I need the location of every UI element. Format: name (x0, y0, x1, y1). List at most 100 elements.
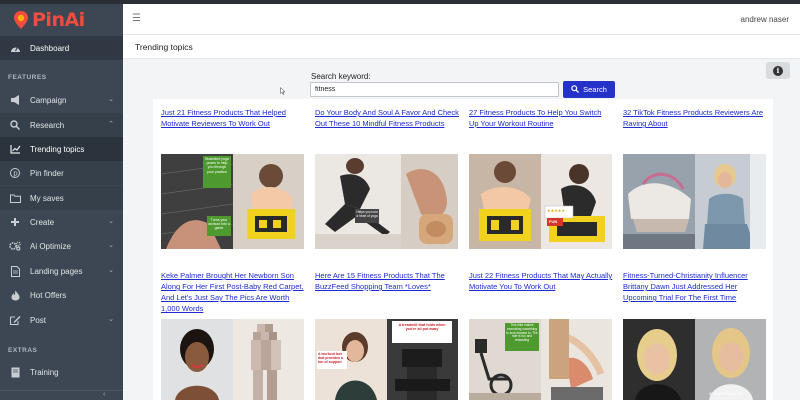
thumbnail-image: Helps you hold a heart of yoga (315, 154, 401, 249)
thumbnail-image (623, 154, 695, 249)
article-thumbnail[interactable]: Helps you hold a heart of yoga (315, 154, 458, 249)
svg-text:p: p (13, 170, 18, 178)
folder-icon (9, 192, 21, 204)
sidebar-item-landing-pages[interactable]: Landing pages ⌄ (0, 259, 123, 283)
megaphone-icon (9, 94, 21, 106)
chevron-down-icon: ⌄ (108, 96, 114, 103)
thumbnail-image (469, 154, 541, 249)
page-header: Trending topics (123, 35, 800, 59)
map-pin-icon (14, 11, 28, 29)
sidebar-item-research[interactable]: Research ⌃ (0, 113, 123, 137)
thumbnail-caption: A treadmill that folds when you're all p… (398, 323, 446, 332)
flame-icon (9, 289, 21, 301)
thumbnail-image (233, 154, 304, 249)
article-title-link[interactable]: 32 TikTok Fitness Products Reviewers Are… (623, 107, 767, 129)
thumbnail-image (541, 319, 612, 400)
sidebar-item-trending-topics[interactable]: Trending topics (0, 137, 123, 161)
article-thumbnail[interactable]: A workout box that provides a ton of sup… (315, 319, 458, 400)
info-icon: i (773, 65, 783, 76)
thumbnail-image (161, 319, 233, 400)
pinterest-icon: p (9, 167, 21, 179)
sidebar-item-label: Campaign (30, 95, 67, 105)
thumbnail-image: This bike makes exercising something to … (469, 319, 541, 400)
thumbnail-caption: This bike makes exercising something to … (506, 323, 538, 343)
sidebar-item-campaign[interactable]: Campaign ⌄ (0, 88, 123, 112)
thumbnail-image (401, 154, 458, 249)
article-card: 32 TikTok Fitness Products Reviewers Are… (623, 107, 767, 129)
sidebar-item-pin-finder[interactable]: p Pin finder (0, 161, 123, 185)
article-card: Just 21 Fitness Products That Helped Mot… (161, 107, 305, 129)
sidebar-item-ai-optimize[interactable]: Ai Optimize ⌄ (0, 234, 123, 258)
thumbnail-image: and yes this is me (695, 319, 766, 400)
sidebar-footer: ‹ (0, 390, 123, 400)
chevron-down-icon: ⌄ (108, 242, 114, 249)
search-icon (571, 84, 580, 95)
article-title-link[interactable]: Keke Palmer Brought Her Newborn Son Alon… (161, 270, 305, 314)
hamburger-menu-icon[interactable]: ☰ (132, 13, 141, 24)
sidebar-item-label: Landing pages (30, 266, 83, 276)
article-thumbnail[interactable]: and yes this is me (623, 319, 766, 400)
article-thumbnail[interactable]: Illustrated yoga poses to help you throu… (161, 154, 304, 249)
article-title-link[interactable]: Just 21 Fitness Products That Helped Mot… (161, 107, 305, 129)
article-thumbnail[interactable]: This bike makes exercising something to … (469, 319, 612, 400)
article-title-link[interactable]: Fitness-Turned-Christianity Influencer B… (623, 270, 767, 303)
trend-chart-icon (9, 143, 21, 155)
chevron-down-icon: ⌄ (108, 267, 114, 274)
sidebar: PinAi Dashboard FEATURES Campaign ⌄ Rese… (0, 4, 123, 400)
search-button[interactable]: Search (563, 81, 615, 98)
gears-icon (9, 240, 21, 252)
article-title-link[interactable]: Just 22 Fitness Products That May Actual… (469, 270, 613, 292)
page-title: Trending topics (135, 42, 193, 52)
sidebar-item-my-saves[interactable]: My saves (0, 186, 123, 210)
thumbnail-image: A treadmill that folds when you're all p… (387, 319, 458, 400)
sidebar-item-label: Hot Offers (30, 290, 67, 300)
search-button-label: Search (583, 85, 607, 94)
user-menu[interactable]: andrew naser (741, 15, 789, 24)
sidebar-item-label: Pin finder (30, 168, 64, 178)
sidebar-item-label: Dashboard (30, 43, 70, 53)
plus-icon (9, 216, 21, 228)
logo[interactable]: PinAi (0, 4, 123, 36)
info-button[interactable]: i (766, 62, 790, 79)
sidebar-item-label: Trending topics (30, 144, 85, 154)
section-label-features: FEATURES (8, 74, 47, 81)
sidebar-item-label: Post (30, 315, 47, 325)
article-card: Just 22 Fitness Products That May Actual… (469, 270, 613, 292)
sidebar-item-create[interactable]: Create ⌄ (0, 210, 123, 234)
sidebar-item-post[interactable]: Post ⌄ (0, 308, 123, 332)
thumbnail-image (623, 319, 695, 400)
chevron-down-icon: ⌄ (108, 316, 114, 323)
logo-text: PinAi (32, 9, 85, 31)
article-card: Keke Palmer Brought Her Newborn Son Alon… (161, 270, 305, 314)
sidebar-item-label: Training (30, 367, 59, 377)
top-header: ☰ andrew naser (123, 4, 800, 35)
chevron-down-icon: ⌄ (108, 218, 114, 225)
dashboard-gauge-icon (9, 42, 21, 54)
thumbnail-caption: Turns your workout into a game (208, 218, 230, 231)
article-title-link[interactable]: 27 Fitness Products To Help You Switch U… (469, 107, 613, 129)
chevron-up-icon: ⌃ (108, 121, 114, 128)
thumbnail-image: A workout box that provides a ton of sup… (315, 319, 387, 400)
section-label-extras: EXTRAS (8, 347, 38, 354)
thumbnail-image (695, 154, 766, 249)
sidebar-item-dashboard[interactable]: Dashboard (0, 36, 123, 60)
article-thumbnail[interactable]: ★★★★★ FUN (469, 154, 612, 249)
article-title-link[interactable]: Do Your Body And Soul A Favor And Check … (315, 107, 459, 129)
thumbnail-caption: Illustrated yoga poses to help you throu… (205, 157, 229, 174)
article-thumbnail[interactable] (623, 154, 766, 249)
search-input[interactable] (310, 82, 559, 97)
mouse-cursor-icon (280, 87, 286, 95)
sidebar-item-label: My saves (30, 193, 64, 203)
sidebar-item-training[interactable]: Training (0, 360, 123, 384)
collapse-icon[interactable]: ‹ (103, 391, 105, 398)
thumbnail-caption: FUN (549, 219, 558, 224)
book-icon (9, 366, 21, 378)
article-card: Do Your Body And Soul A Favor And Check … (315, 107, 459, 129)
sidebar-item-label: Ai Optimize (30, 241, 71, 251)
search-keyword-label: Search keyword: (311, 72, 371, 81)
sidebar-item-hot-offers[interactable]: Hot Offers (0, 283, 123, 307)
article-title-link[interactable]: Here Are 15 Fitness Products That The Bu… (315, 270, 459, 292)
article-thumbnail[interactable] (161, 319, 304, 400)
sidebar-item-label: Research (30, 120, 65, 130)
thumbnail-caption: A workout box that provides a ton of sup… (318, 352, 343, 365)
